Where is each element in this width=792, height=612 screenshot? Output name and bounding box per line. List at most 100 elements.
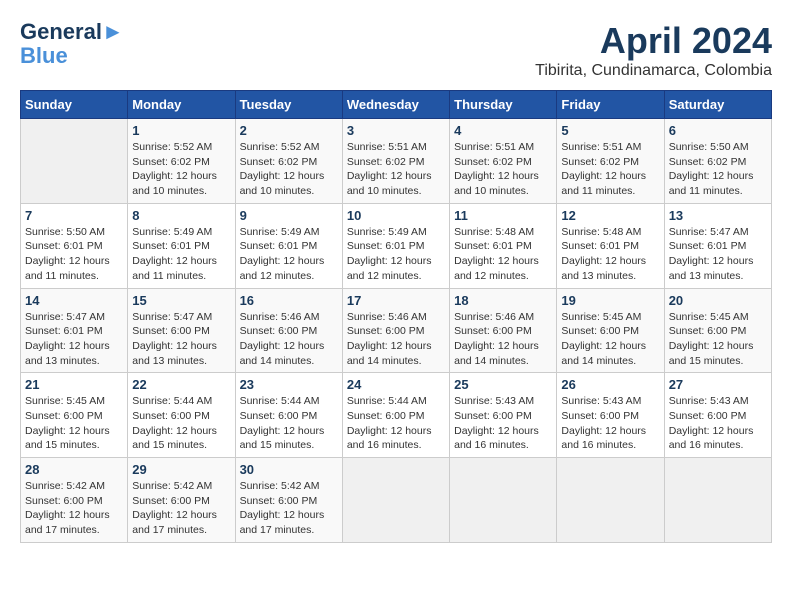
calendar-cell	[21, 119, 128, 204]
day-info: Sunrise: 5:48 AM Sunset: 6:01 PM Dayligh…	[454, 225, 552, 284]
day-info: Sunrise: 5:44 AM Sunset: 6:00 PM Dayligh…	[347, 394, 445, 453]
calendar-cell: 3Sunrise: 5:51 AM Sunset: 6:02 PM Daylig…	[342, 119, 449, 204]
calendar-cell: 13Sunrise: 5:47 AM Sunset: 6:01 PM Dayli…	[664, 203, 771, 288]
calendar-cell: 16 Sunrise: 5:46 AM Sunset: 6:00 PM Dayli…	[235, 288, 342, 373]
calendar-cell: 11 Sunrise: 5:48 AM Sunset: 6:01 PM Dayli…	[450, 203, 557, 288]
day-info: Sunrise: 5:42 AM Sunset: 6:00 PM Dayligh…	[132, 479, 230, 538]
day-number: 1	[132, 123, 230, 138]
header-sunday: Sunday	[21, 91, 128, 119]
calendar-cell: 26 Sunrise: 5:43 AM Sunset: 6:00 PM Dayli…	[557, 373, 664, 458]
month-year-title: April 2024	[535, 20, 772, 62]
day-info: Sunrise: 5:45 AM Sunset: 6:00 PM Dayligh…	[561, 310, 659, 369]
calendar-table: SundayMondayTuesdayWednesdayThursdayFrid…	[20, 90, 772, 543]
calendar-cell	[557, 458, 664, 543]
calendar-cell: 27 Sunrise: 5:43 AM Sunset: 6:00 PM Dayli…	[664, 373, 771, 458]
calendar-cell: 28Sunrise: 5:42 AM Sunset: 6:00 PM Dayli…	[21, 458, 128, 543]
calendar-cell: 29 Sunrise: 5:42 AM Sunset: 6:00 PM Dayli…	[128, 458, 235, 543]
calendar-cell: 23Sunrise: 5:44 AM Sunset: 6:00 PM Dayli…	[235, 373, 342, 458]
day-info: Sunrise: 5:51 AM Sunset: 6:02 PM Dayligh…	[347, 140, 445, 199]
day-info: Sunrise: 5:46 AM Sunset: 6:00 PM Dayligh…	[240, 310, 338, 369]
calendar-cell: 5 Sunrise: 5:51 AM Sunset: 6:02 PM Daylig…	[557, 119, 664, 204]
day-info: Sunrise: 5:43 AM Sunset: 6:00 PM Dayligh…	[454, 394, 552, 453]
day-number: 15	[132, 293, 230, 308]
day-info: Sunrise: 5:52 AM Sunset: 6:02 PM Dayligh…	[132, 140, 230, 199]
calendar-cell	[342, 458, 449, 543]
day-number: 20	[669, 293, 767, 308]
calendar-cell: 20 Sunrise: 5:45 AM Sunset: 6:00 PM Dayli…	[664, 288, 771, 373]
day-info: Sunrise: 5:43 AM Sunset: 6:00 PM Dayligh…	[561, 394, 659, 453]
day-info: Sunrise: 5:46 AM Sunset: 6:00 PM Dayligh…	[347, 310, 445, 369]
calendar-cell: 4 Sunrise: 5:51 AM Sunset: 6:02 PM Daylig…	[450, 119, 557, 204]
calendar-cell: 14Sunrise: 5:47 AM Sunset: 6:01 PM Dayli…	[21, 288, 128, 373]
calendar-cell: 22 Sunrise: 5:44 AM Sunset: 6:00 PM Dayli…	[128, 373, 235, 458]
calendar-cell: 2Sunrise: 5:52 AM Sunset: 6:02 PM Daylig…	[235, 119, 342, 204]
day-info: Sunrise: 5:50 AM Sunset: 6:01 PM Dayligh…	[25, 225, 123, 284]
day-number: 7	[25, 208, 123, 223]
logo-blue: Blue	[20, 44, 68, 68]
day-number: 17	[347, 293, 445, 308]
calendar-cell: 21 Sunrise: 5:45 AM Sunset: 6:00 PM Dayli…	[21, 373, 128, 458]
calendar-week-5: 28 Sunrise: 5:42 AM Sunset: 6:00 PM Dayli…	[21, 458, 772, 543]
day-info: Sunrise: 5:45 AM Sunset: 6:00 PM Dayligh…	[25, 394, 123, 453]
location-subtitle: Tibirita, Cundinamarca, Colombia	[535, 62, 772, 80]
header-monday: Monday	[128, 91, 235, 119]
title-section: April 2024 Tibirita, Cundinamarca, Colom…	[535, 20, 772, 80]
calendar-cell: 24 Sunrise: 5:44 AM Sunset: 6:00 PM Dayli…	[342, 373, 449, 458]
day-number: 26	[561, 377, 659, 392]
calendar-cell: 10 Sunrise: 5:49 AM Sunset: 6:01 PM Dayli…	[342, 203, 449, 288]
day-number: 25	[454, 377, 552, 392]
calendar-cell: 7 Sunrise: 5:50 AM Sunset: 6:01 PM Daylig…	[21, 203, 128, 288]
day-info: Sunrise: 5:51 AM Sunset: 6:02 PM Dayligh…	[454, 140, 552, 199]
page-header: General► Blue April 2024 Tibirita, Cundi…	[20, 20, 772, 80]
day-info: Sunrise: 5:45 AM Sunset: 6:00 PM Dayligh…	[669, 310, 767, 369]
day-number: 28	[25, 462, 123, 477]
day-number: 23	[240, 377, 338, 392]
calendar-week-2: 7 Sunrise: 5:50 AM Sunset: 6:01 PM Daylig…	[21, 203, 772, 288]
day-info: Sunrise: 5:42 AM Sunset: 6:00 PM Dayligh…	[240, 479, 338, 538]
day-number: 4	[454, 123, 552, 138]
day-info: Sunrise: 5:50 AM Sunset: 6:02 PM Dayligh…	[669, 140, 767, 199]
day-number: 2	[240, 123, 338, 138]
day-number: 19	[561, 293, 659, 308]
day-number: 16	[240, 293, 338, 308]
logo: General► Blue	[20, 20, 124, 68]
day-number: 10	[347, 208, 445, 223]
logo-bird-icon: ►	[102, 19, 124, 44]
day-number: 5	[561, 123, 659, 138]
day-info: Sunrise: 5:49 AM Sunset: 6:01 PM Dayligh…	[240, 225, 338, 284]
day-number: 29	[132, 462, 230, 477]
day-number: 18	[454, 293, 552, 308]
calendar-cell: 19 Sunrise: 5:45 AM Sunset: 6:00 PM Dayli…	[557, 288, 664, 373]
day-number: 13	[669, 208, 767, 223]
day-info: Sunrise: 5:51 AM Sunset: 6:02 PM Dayligh…	[561, 140, 659, 199]
calendar-cell: 18 Sunrise: 5:46 AM Sunset: 6:00 PM Dayli…	[450, 288, 557, 373]
calendar-cell: 17 Sunrise: 5:46 AM Sunset: 6:00 PM Dayli…	[342, 288, 449, 373]
day-number: 30	[240, 462, 338, 477]
day-number: 21	[25, 377, 123, 392]
day-info: Sunrise: 5:43 AM Sunset: 6:00 PM Dayligh…	[669, 394, 767, 453]
day-info: Sunrise: 5:44 AM Sunset: 6:00 PM Dayligh…	[132, 394, 230, 453]
header-tuesday: Tuesday	[235, 91, 342, 119]
day-number: 22	[132, 377, 230, 392]
day-info: Sunrise: 5:49 AM Sunset: 6:01 PM Dayligh…	[347, 225, 445, 284]
day-number: 8	[132, 208, 230, 223]
header-saturday: Saturday	[664, 91, 771, 119]
calendar-cell: 8Sunrise: 5:49 AM Sunset: 6:01 PM Daylig…	[128, 203, 235, 288]
day-number: 9	[240, 208, 338, 223]
calendar-week-3: 14Sunrise: 5:47 AM Sunset: 6:01 PM Dayli…	[21, 288, 772, 373]
calendar-week-4: 21 Sunrise: 5:45 AM Sunset: 6:00 PM Dayli…	[21, 373, 772, 458]
day-info: Sunrise: 5:46 AM Sunset: 6:00 PM Dayligh…	[454, 310, 552, 369]
header-wednesday: Wednesday	[342, 91, 449, 119]
calendar-week-1: 1 Sunrise: 5:52 AM Sunset: 6:02 PM Daylig…	[21, 119, 772, 204]
calendar-header-row: SundayMondayTuesdayWednesdayThursdayFrid…	[21, 91, 772, 119]
day-number: 24	[347, 377, 445, 392]
day-info: Sunrise: 5:48 AM Sunset: 6:01 PM Dayligh…	[561, 225, 659, 284]
calendar-cell: 9 Sunrise: 5:49 AM Sunset: 6:01 PM Daylig…	[235, 203, 342, 288]
calendar-cell: 6Sunrise: 5:50 AM Sunset: 6:02 PM Daylig…	[664, 119, 771, 204]
header-friday: Friday	[557, 91, 664, 119]
day-number: 27	[669, 377, 767, 392]
calendar-cell: 25 Sunrise: 5:43 AM Sunset: 6:00 PM Dayli…	[450, 373, 557, 458]
day-number: 11	[454, 208, 552, 223]
logo-general: General	[20, 19, 102, 44]
calendar-cell: 15Sunrise: 5:47 AM Sunset: 6:00 PM Dayli…	[128, 288, 235, 373]
